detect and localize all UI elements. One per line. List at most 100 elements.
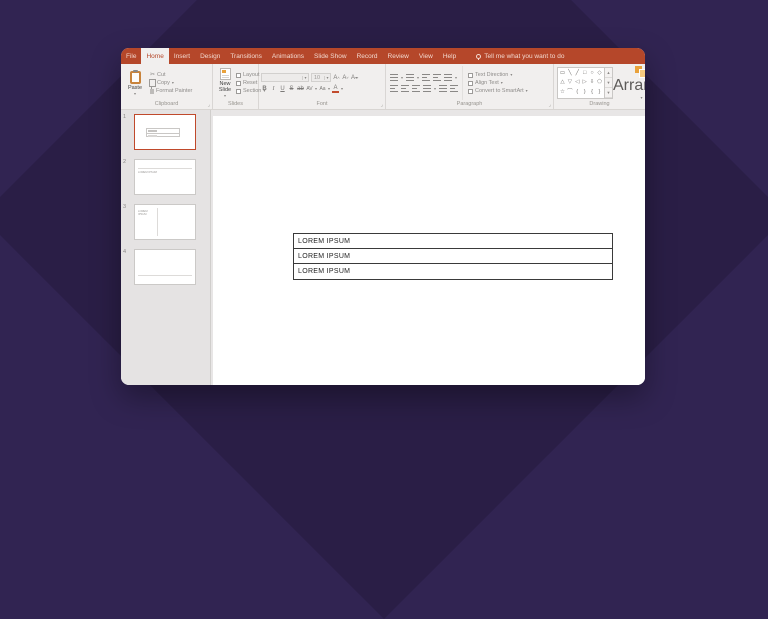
tab-home[interactable]: Home (141, 48, 168, 64)
change-case-button[interactable]: Aa (319, 85, 326, 93)
tab-view[interactable]: View (414, 48, 438, 64)
tab-record[interactable]: Record (352, 48, 383, 64)
shapes-gallery[interactable]: ▭ ╲ ╱ □ ○ ◇ △ ▽ ◁ ▷ ⇩ (557, 67, 613, 99)
tab-transitions[interactable]: Transitions (225, 48, 267, 64)
gallery-more-icon[interactable]: ▼ (605, 88, 612, 98)
tab-animations[interactable]: Animations (267, 48, 309, 64)
align-left-icon[interactable] (390, 85, 398, 92)
font-name-combobox[interactable] (261, 73, 309, 82)
ribbon: Paste ✂ Cut Copy Format Paint (121, 64, 645, 110)
font-dialog-launcher-icon[interactable] (381, 103, 383, 108)
increase-indent-icon[interactable] (433, 74, 441, 81)
decrease-indent-icon[interactable] (422, 74, 430, 81)
shape-line2-icon[interactable]: ╱ (574, 70, 581, 77)
decrease-font-size-button[interactable]: A˅ (342, 74, 349, 82)
chevron-down-icon (401, 76, 403, 80)
arrow-up-icon: ˄ (337, 75, 339, 80)
gallery-scroll-down-icon[interactable]: ▼ (605, 78, 612, 88)
tab-file[interactable]: File (121, 48, 141, 64)
ribbon-group-font: 10 A˄ A˅ A⌯ B I U S ab AV (259, 64, 386, 109)
shape-line-icon[interactable]: ╲ (566, 70, 573, 77)
text-shadow-button[interactable]: S (288, 85, 295, 93)
convert-to-smartart-button[interactable]: Convert to SmartArt (468, 88, 528, 94)
font-name-dropdown-button[interactable] (302, 76, 308, 80)
table-row[interactable]: LOREM IPSUM (294, 264, 612, 279)
thumbnail-text: LOREM IPSUM (138, 210, 154, 216)
shape-triangle-icon[interactable]: △ (559, 79, 566, 86)
slide-table[interactable]: LOREM IPSUM LOREM IPSUM LOREM IPSUM (293, 233, 613, 280)
align-right-icon[interactable] (412, 85, 420, 92)
tab-design[interactable]: Design (195, 48, 225, 64)
align-center-icon[interactable] (401, 85, 409, 92)
shape-arc-icon[interactable]: ⌒ (566, 89, 573, 96)
clear-formatting-button[interactable]: A⌯ (351, 74, 358, 82)
strikethrough-button[interactable]: ab (297, 85, 304, 93)
shape-brace-open-icon[interactable]: { (589, 89, 596, 96)
copy-label: Copy (157, 80, 170, 86)
shape-rectangle-icon[interactable]: ▭ (559, 70, 566, 77)
font-size-value: 10 (312, 75, 324, 81)
shape-diamond-icon[interactable]: ◇ (596, 70, 603, 77)
chevron-down-icon (224, 94, 226, 98)
arrange-label: Arrange (613, 77, 645, 95)
copy-icon (150, 80, 155, 86)
bullets-icon[interactable] (390, 74, 398, 81)
justify-icon[interactable] (423, 85, 431, 92)
slide-editor-area: LOREM IPSUM LOREM IPSUM LOREM IPSUM (211, 110, 645, 385)
layout-icon (236, 73, 241, 78)
gallery-scroll-up-icon[interactable]: ▲ (605, 68, 612, 78)
increase-font-size-button[interactable]: A˄ (333, 74, 340, 82)
font-size-combobox[interactable]: 10 (311, 73, 331, 82)
font-size-dropdown-button[interactable] (324, 76, 330, 80)
add-column-icon[interactable] (450, 85, 458, 92)
tab-help[interactable]: Help (438, 48, 461, 64)
slide-thumbnail-3[interactable]: LOREM IPSUM (134, 204, 196, 240)
shape-arrow-down-icon[interactable]: ⇩ (589, 79, 596, 86)
tab-review[interactable]: Review (383, 48, 414, 64)
paragraph-dialog-launcher-icon[interactable] (549, 103, 551, 108)
shape-star-icon[interactable]: ☆ (559, 89, 566, 96)
character-spacing-button[interactable]: AV (306, 85, 313, 93)
copy-button[interactable]: Copy (150, 80, 192, 86)
paste-button[interactable]: Paste (123, 66, 147, 100)
arrange-button[interactable]: Arrange (613, 66, 645, 100)
underline-button[interactable]: U (279, 85, 286, 93)
line-spacing-icon[interactable] (444, 74, 452, 81)
shape-triangle-down-icon[interactable]: ▽ (566, 79, 573, 86)
new-slide-button[interactable]: New Slide (215, 66, 235, 100)
shape-arrow-right-icon[interactable]: ▷ (581, 79, 588, 86)
align-text-button[interactable]: Align Text (468, 80, 528, 86)
shape-square-icon[interactable]: □ (581, 70, 588, 77)
slide-thumbnail-4[interactable]: LOREM IPSUM (134, 249, 196, 285)
shape-pentagon-icon[interactable]: ⬠ (596, 79, 603, 86)
format-painter-button[interactable]: Format Painter (150, 88, 192, 94)
chevron-down-icon (417, 76, 419, 80)
tell-me-box[interactable]: Tell me what you want to do (471, 48, 569, 64)
bold-button[interactable]: B (261, 85, 268, 93)
slide-thumbnail-2[interactable]: LOREM IPSUM (134, 159, 196, 195)
chevron-down-icon (501, 81, 503, 85)
shape-circle-icon[interactable]: ○ (589, 70, 596, 77)
drawing-group-label: Drawing (556, 100, 643, 109)
table-row[interactable]: LOREM IPSUM (294, 234, 612, 249)
table-row[interactable]: LOREM IPSUM (294, 249, 612, 264)
numbering-icon[interactable] (406, 74, 414, 81)
slide-thumbnail-1[interactable] (134, 114, 196, 150)
clipboard-dialog-launcher-icon[interactable] (208, 103, 210, 108)
shape-paren-open-icon[interactable]: ( (574, 89, 581, 96)
format-painter-label: Format Painter (156, 88, 192, 94)
slide-canvas[interactable]: LOREM IPSUM LOREM IPSUM LOREM IPSUM (213, 116, 645, 385)
font-color-button[interactable]: A (332, 85, 339, 93)
table-cell-text: LOREM IPSUM (298, 238, 350, 245)
thumbnail-footer-graphic: LOREM IPSUM (138, 275, 192, 282)
shape-paren-close-icon[interactable]: ) (581, 89, 588, 96)
columns-icon[interactable] (439, 85, 447, 92)
tab-insert[interactable]: Insert (169, 48, 195, 64)
italic-button[interactable]: I (270, 85, 277, 93)
align-text-icon (468, 81, 473, 86)
text-direction-button[interactable]: Text Direction (468, 72, 528, 78)
shape-brace-close-icon[interactable]: } (596, 89, 603, 96)
tab-slide-show[interactable]: Slide Show (309, 48, 352, 64)
shape-arrow-left-icon[interactable]: ◁ (574, 79, 581, 86)
cut-button[interactable]: ✂ Cut (150, 72, 192, 78)
